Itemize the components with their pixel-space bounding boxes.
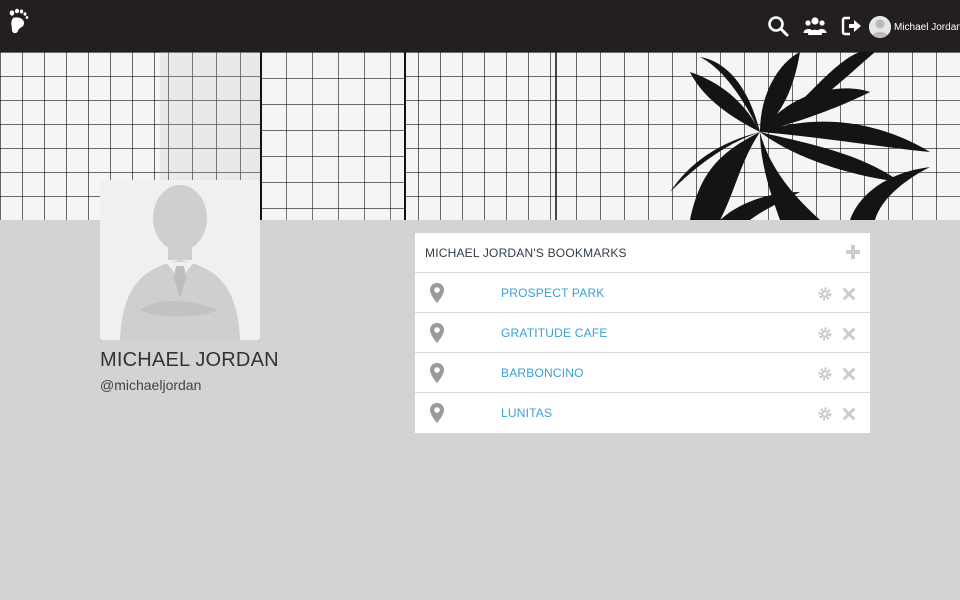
bookmarks-title: MICHAEL JORDAN'S BOOKMARKS: [425, 245, 627, 260]
bookmark-item[interactable]: LUNITAS: [415, 393, 870, 433]
user-menu[interactable]: Michael Jordan: [869, 15, 960, 39]
bookmark-item[interactable]: BARBONCINO: [415, 353, 870, 393]
add-bookmark-plus-icon[interactable]: [846, 245, 860, 259]
map-marker-icon: [430, 283, 444, 303]
gear-icon[interactable]: [818, 367, 832, 381]
map-marker-icon: [430, 363, 444, 383]
footprint-logo-icon[interactable]: [8, 8, 30, 34]
bookmark-link[interactable]: GRATITUDE CAFE: [501, 326, 608, 340]
bookmarks-panel: MICHAEL JORDAN'S BOOKMARKS PROSPECT PARK…: [415, 233, 870, 433]
user-avatar-small: [869, 16, 891, 38]
top-navigation-bar: Michael Jordan: [0, 0, 960, 52]
map-marker-icon: [430, 403, 444, 423]
bookmark-link[interactable]: LUNITAS: [501, 406, 552, 420]
bookmarks-header: MICHAEL JORDAN'S BOOKMARKS: [415, 233, 870, 273]
search-icon[interactable]: [766, 14, 790, 38]
bookmark-link[interactable]: PROSPECT PARK: [501, 286, 605, 300]
close-icon[interactable]: [843, 408, 855, 420]
bookmark-item[interactable]: GRATITUDE CAFE: [415, 313, 870, 353]
close-icon[interactable]: [843, 328, 855, 340]
close-icon[interactable]: [843, 368, 855, 380]
gear-icon[interactable]: [818, 287, 832, 301]
gear-icon[interactable]: [818, 327, 832, 341]
gear-icon[interactable]: [818, 407, 832, 421]
users-icon[interactable]: [803, 14, 827, 38]
map-marker-icon: [430, 323, 444, 343]
profile-name: MICHAEL JORDAN: [100, 349, 279, 371]
user-name-label: Michael Jordan: [894, 21, 960, 33]
close-icon[interactable]: [843, 288, 855, 300]
bookmark-item[interactable]: PROSPECT PARK: [415, 273, 870, 313]
bookmark-link[interactable]: BARBONCINO: [501, 366, 584, 380]
sign-out-icon[interactable]: [840, 14, 864, 38]
profile-handle: @michaeljordan: [100, 377, 202, 393]
profile-avatar: [100, 180, 260, 340]
